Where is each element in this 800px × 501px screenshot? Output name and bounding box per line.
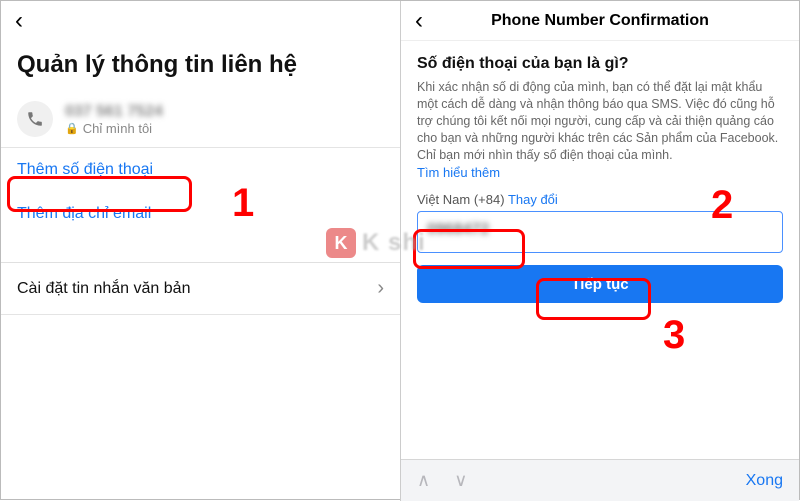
change-country-link[interactable]: Thay đổi xyxy=(508,192,558,207)
left-header: ‹ xyxy=(1,1,400,41)
country-label: Việt Nam (+84) xyxy=(417,192,505,207)
add-phone-link[interactable]: Thêm số điện thoại xyxy=(1,148,400,192)
privacy-label: 🔒 Chỉ mình tôi xyxy=(65,121,163,136)
contact-lines: 037 561 7524 🔒 Chỉ mình tôi xyxy=(65,103,163,136)
continue-button[interactable]: Tiếp tục xyxy=(417,265,783,303)
question-heading: Số điện thoại của bạn là gì? xyxy=(417,55,783,73)
back-icon[interactable]: ‹ xyxy=(415,9,423,33)
chevron-right-icon: › xyxy=(377,277,384,300)
page-title: Quản lý thông tin liên hệ xyxy=(1,41,400,95)
country-line: Việt Nam (+84) Thay đổi xyxy=(417,192,783,207)
learn-more-link[interactable]: Tìm hiểu thêm xyxy=(417,165,783,180)
phone-input-value: 0968472 xyxy=(427,221,489,239)
back-icon[interactable]: ‹ xyxy=(15,9,23,33)
right-header-title: Phone Number Confirmation xyxy=(401,12,799,30)
add-email-link[interactable]: Thêm địa chỉ email xyxy=(1,192,400,236)
keyboard-done-button[interactable]: Xong xyxy=(746,472,783,490)
left-pane: ‹ Quản lý thông tin liên hệ 037 561 7524… xyxy=(1,1,400,501)
privacy-text: Chỉ mình tôi xyxy=(83,121,152,136)
phone-icon xyxy=(17,101,53,137)
right-header: ‹ Phone Number Confirmation xyxy=(401,1,799,41)
text-msg-settings-row[interactable]: Cài đặt tin nhắn văn bản › xyxy=(1,263,400,315)
lock-icon: 🔒 xyxy=(65,122,79,135)
kb-up-icon[interactable]: ∧ xyxy=(417,470,430,491)
annotation-number-3: 3 xyxy=(663,313,685,358)
text-msg-settings-label: Cài đặt tin nhắn văn bản xyxy=(17,280,190,298)
keyboard-toolbar: ∧ ∨ Xong xyxy=(401,459,799,501)
kb-down-icon[interactable]: ∨ xyxy=(454,470,467,491)
right-body: Số điện thoại của bạn là gì? Khi xác nhậ… xyxy=(401,41,799,303)
kb-nav-arrows: ∧ ∨ xyxy=(417,470,467,491)
description-text: Khi xác nhận số di động của mình, bạn có… xyxy=(417,79,783,163)
contact-row[interactable]: 037 561 7524 🔒 Chỉ mình tôi xyxy=(1,95,400,147)
phone-number-masked: 037 561 7524 xyxy=(65,103,163,121)
right-pane: ‹ Phone Number Confirmation Số điện thoạ… xyxy=(400,1,799,501)
